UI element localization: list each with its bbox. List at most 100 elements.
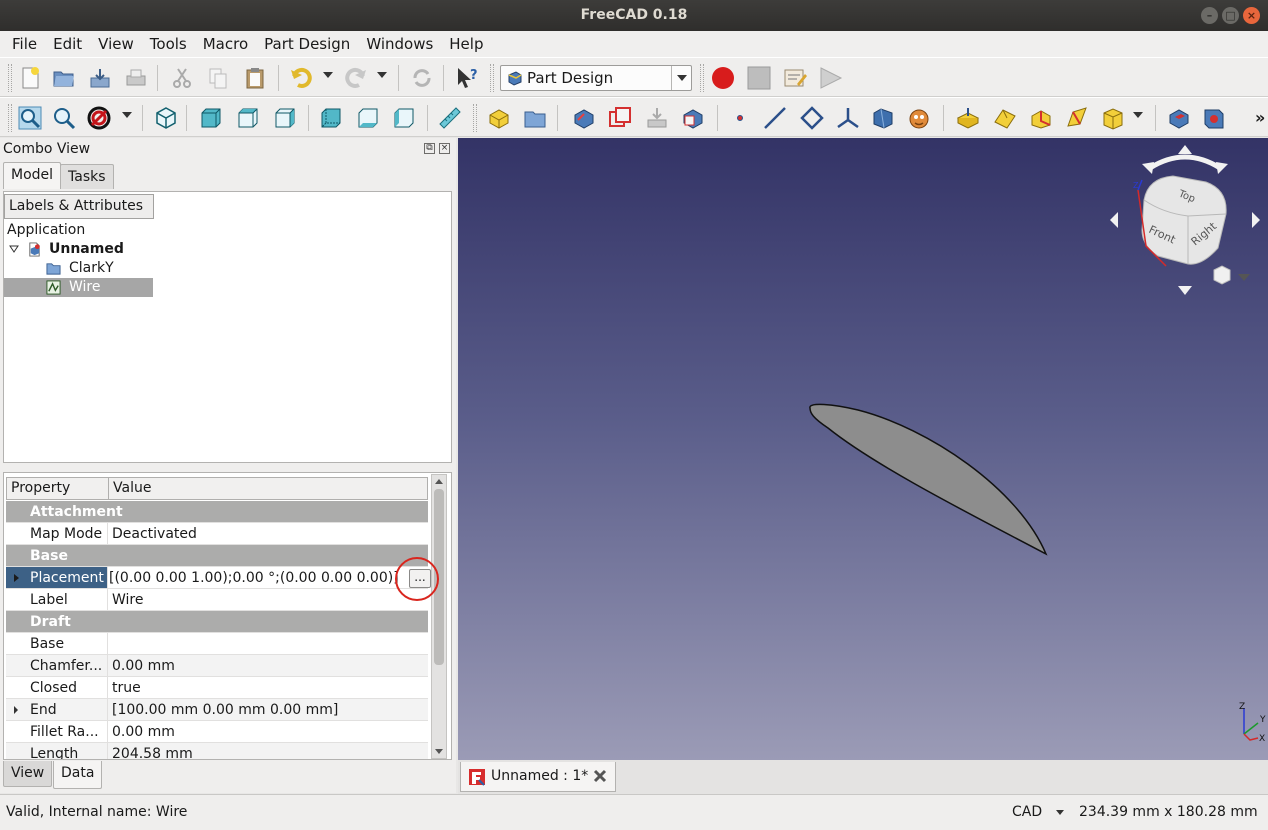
paste-icon[interactable]	[243, 66, 267, 90]
property-scrollbar[interactable]	[431, 474, 447, 759]
revolution-icon[interactable]	[993, 106, 1017, 130]
navigation-style-selector[interactable]: CAD	[1012, 795, 1042, 829]
create-sketch-icon[interactable]	[572, 106, 596, 130]
property-row-base[interactable]: Base	[6, 633, 428, 655]
top-view-icon[interactable]	[236, 106, 260, 130]
sub-shape-binder-icon[interactable]	[871, 106, 895, 130]
chevron-down-icon[interactable]	[671, 66, 691, 90]
close-button[interactable]: ×	[1243, 7, 1260, 24]
isometric-view-icon[interactable]	[154, 106, 178, 130]
toolbar-grip[interactable]	[473, 104, 477, 132]
bottom-view-icon[interactable]	[356, 106, 380, 130]
property-row-fillet-radius[interactable]: Fillet Ra... 0.00 mm	[6, 721, 428, 743]
toolbar-grip[interactable]	[8, 104, 12, 132]
chevron-down-icon[interactable]	[1056, 810, 1064, 815]
print-icon[interactable]	[124, 66, 148, 90]
front-view-icon[interactable]	[199, 106, 223, 130]
right-view-icon[interactable]	[273, 106, 297, 130]
rear-view-icon[interactable]	[319, 106, 343, 130]
float-panel-button[interactable]: ⧉	[424, 143, 435, 154]
3d-viewport[interactable]: Top Front Right Z Z Y X	[458, 138, 1268, 760]
minimize-button[interactable]: –	[1201, 7, 1218, 24]
pocket-icon[interactable]	[1167, 106, 1191, 130]
tree-header[interactable]: Labels & Attributes	[4, 194, 154, 219]
macro-run-icon[interactable]	[819, 66, 843, 90]
menu-view[interactable]: View	[90, 31, 142, 57]
expand-arrow-icon[interactable]	[14, 574, 19, 582]
draw-style-icon[interactable]	[87, 106, 111, 130]
measure-distance-icon[interactable]	[438, 106, 462, 130]
toolbar-grip[interactable]	[8, 64, 12, 92]
pad-icon[interactable]	[956, 106, 980, 130]
tree-item-document[interactable]: Unnamed	[9, 240, 159, 259]
cut-icon[interactable]	[170, 66, 194, 90]
property-group-base[interactable]: Base	[6, 545, 428, 567]
mascot-icon[interactable]	[907, 106, 931, 130]
additive-primitive-dropdown-icon[interactable]	[1133, 112, 1143, 118]
property-group-attachment[interactable]: Attachment	[6, 501, 428, 523]
redo-dropdown-icon[interactable]	[377, 72, 387, 78]
refresh-icon[interactable]	[410, 66, 434, 90]
scroll-down-icon[interactable]	[435, 749, 443, 754]
property-row-map-mode[interactable]: Map Mode Deactivated	[6, 523, 428, 545]
datum-point-icon[interactable]	[728, 106, 752, 130]
document-tab-unnamed[interactable]: Unnamed : 1*	[460, 762, 616, 792]
toolbar-grip[interactable]	[490, 64, 494, 92]
fit-selection-icon[interactable]	[52, 106, 76, 130]
close-tab-icon[interactable]	[591, 767, 609, 785]
menu-macro[interactable]: Macro	[195, 31, 256, 57]
validate-sketch-icon[interactable]	[608, 106, 632, 130]
panel-splitter[interactable]	[3, 464, 452, 472]
shape-binder-icon[interactable]	[645, 106, 669, 130]
property-group-draft[interactable]: Draft	[6, 611, 428, 633]
property-column-header[interactable]: Property	[7, 478, 108, 499]
scroll-up-icon[interactable]	[435, 479, 443, 484]
tab-data[interactable]: Data	[53, 761, 103, 789]
open-folder-icon[interactable]	[52, 66, 76, 90]
menu-tools[interactable]: Tools	[142, 31, 195, 57]
additive-primitive-icon[interactable]	[1101, 106, 1125, 130]
value-column-header[interactable]: Value	[108, 478, 427, 499]
tab-view[interactable]: View	[3, 761, 53, 787]
workbench-selector[interactable]: Part Design	[500, 65, 692, 91]
left-view-icon[interactable]	[392, 106, 416, 130]
undo-dropdown-icon[interactable]	[323, 72, 333, 78]
property-row-length[interactable]: Length 204.58 mm	[6, 743, 428, 759]
menu-edit[interactable]: Edit	[45, 31, 90, 57]
property-row-chamfer[interactable]: Chamfer... 0.00 mm	[6, 655, 428, 677]
draw-style-dropdown-icon[interactable]	[122, 112, 132, 118]
redo-icon[interactable]	[343, 66, 367, 90]
create-body-icon[interactable]	[487, 106, 511, 130]
property-row-label[interactable]: Label Wire	[6, 589, 428, 611]
copy-icon[interactable]	[206, 66, 230, 90]
whats-this-icon[interactable]: ?	[455, 66, 479, 90]
collapse-arrow-icon[interactable]	[9, 245, 19, 253]
additive-pipe-icon[interactable]	[1065, 106, 1089, 130]
hole-icon[interactable]	[1202, 106, 1226, 130]
undo-icon[interactable]	[290, 66, 314, 90]
expand-arrow-icon[interactable]	[14, 706, 18, 714]
menu-file[interactable]: File	[4, 31, 45, 57]
macro-stop-icon[interactable]	[747, 66, 771, 90]
placement-value[interactable]: [(0.00 0.00 1.00);0.00 °;(0.00 0.00 0.00…	[109, 570, 399, 586]
datum-line-icon[interactable]	[763, 106, 787, 130]
macro-edit-icon[interactable]	[783, 66, 807, 90]
toolbar-overflow-icon[interactable]: »	[1255, 108, 1265, 127]
navigation-cube[interactable]: Top Front Right Z	[1110, 145, 1260, 295]
maximize-button[interactable]: □	[1222, 7, 1239, 24]
additive-loft-icon[interactable]	[1029, 106, 1053, 130]
datum-plane-icon[interactable]	[800, 106, 824, 130]
property-row-closed[interactable]: Closed true	[6, 677, 428, 699]
tree-item-wire[interactable]: Wire	[4, 278, 153, 297]
toolbar-grip[interactable]	[700, 64, 704, 92]
tab-tasks[interactable]: Tasks	[60, 164, 114, 189]
property-row-end[interactable]: End [100.00 mm 0.00 mm 0.00 mm]	[6, 699, 428, 721]
menu-part-design[interactable]: Part Design	[256, 31, 358, 57]
save-icon[interactable]	[88, 66, 112, 90]
clone-icon[interactable]	[681, 106, 705, 130]
menu-help[interactable]: Help	[441, 31, 491, 57]
menu-windows[interactable]: Windows	[358, 31, 441, 57]
new-document-icon[interactable]	[18, 66, 42, 90]
create-part-icon[interactable]	[523, 106, 547, 130]
close-panel-button[interactable]: ×	[439, 143, 450, 154]
